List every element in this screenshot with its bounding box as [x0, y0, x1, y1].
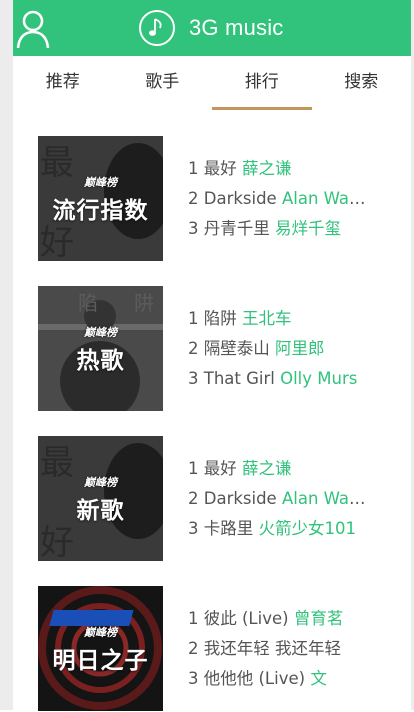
cover-badge: 巅峰榜	[84, 476, 117, 489]
chart-cover: 巅峰榜 明日之子	[38, 586, 163, 711]
song-item: 2 Darkside Alan Walker	[188, 189, 368, 208]
chart-card-hot-songs[interactable]: 陷 阱 巅峰榜 热歌 1 陷阱 王北车 2 隔壁泰山 阿里郎 3 That Gi…	[13, 286, 411, 412]
song-item: 3 卡路里 火箭少女101	[188, 519, 356, 538]
song-list: 1 最好 薛之谦 2 Darkside Alan Walker 3 卡路里 火箭…	[188, 454, 368, 544]
song-item: 1 最好 薛之谦	[188, 159, 292, 178]
user-button[interactable]	[13, 6, 55, 50]
app-logo: 3G music	[139, 8, 284, 48]
tab-bar: 推荐 歌手 排行 搜索	[13, 56, 411, 110]
chart-cover: 陷 阱 巅峰榜 热歌	[38, 286, 163, 411]
cover-label: 流行指数	[52, 198, 149, 224]
tab-search[interactable]: 搜索	[312, 56, 412, 110]
song-list: 1 陷阱 王北车 2 隔壁泰山 阿里郎 3 That Girl Olly Mur…	[188, 304, 368, 394]
song-item: 3 That Girl Olly Murs	[188, 369, 358, 388]
svg-text:好: 好	[40, 523, 74, 561]
song-item: 2 隔壁泰山 阿里郎	[188, 339, 325, 358]
svg-text:陷: 陷	[78, 291, 98, 315]
song-item: 1 最好 薛之谦	[188, 459, 292, 478]
top-bar: 3G music	[13, 0, 411, 56]
music-note-icon	[139, 10, 175, 46]
chart-card-new-songs[interactable]: 最 好 巅峰榜 新歌 1 最好 薛之谦 2 Darkside Alan Walk…	[13, 436, 411, 562]
user-icon	[16, 10, 50, 49]
tab-singers[interactable]: 歌手	[113, 56, 213, 110]
cover-badge: 巅峰榜	[84, 176, 117, 189]
cover-label: 热歌	[76, 348, 125, 374]
song-item: 3 他他他 (Live) 文	[188, 669, 327, 688]
svg-text:阱: 阱	[134, 291, 154, 315]
svg-text:好: 好	[40, 223, 74, 261]
cover-label: 新歌	[76, 498, 125, 524]
app-title: 3G music	[189, 15, 284, 40]
song-item: 3 丹青千里 易烊千玺	[188, 219, 341, 238]
cover-badge: 巅峰榜	[84, 626, 117, 639]
cover-label: 明日之子	[52, 648, 149, 674]
tab-rankings[interactable]: 排行	[212, 56, 312, 110]
tab-recommend[interactable]: 推荐	[13, 56, 113, 110]
chart-cover: 最 好 巅峰榜 流行指数	[38, 136, 163, 261]
app-container: 3G music 推荐 歌手 排行 搜索 最 好 巅峰榜 流行指数 1 最好 薛…	[13, 0, 411, 712]
song-list: 1 彼此 (Live) 曾育茗 2 我还年轻 我还年轻 3 他他他 (Live)…	[188, 604, 368, 694]
cover-badge: 巅峰榜	[84, 326, 117, 339]
chart-card-pop-index[interactable]: 最 好 巅峰榜 流行指数 1 最好 薛之谦 2 Darkside Alan Wa…	[13, 136, 411, 262]
left-frame	[0, 0, 13, 710]
song-item: 2 我还年轻 我还年轻	[188, 639, 341, 658]
song-item: 1 彼此 (Live) 曾育茗	[188, 609, 344, 628]
song-list: 1 最好 薛之谦 2 Darkside Alan Walker 3 丹青千里 易…	[188, 154, 368, 244]
chart-cover: 最 好 巅峰榜 新歌	[38, 436, 163, 561]
song-item: 2 Darkside Alan Walker	[188, 489, 368, 508]
chart-card-tomorrow-star[interactable]: 巅峰榜 明日之子 1 彼此 (Live) 曾育茗 2 我还年轻 我还年轻 3 他…	[13, 586, 411, 712]
song-item: 1 陷阱 王北车	[188, 309, 292, 328]
